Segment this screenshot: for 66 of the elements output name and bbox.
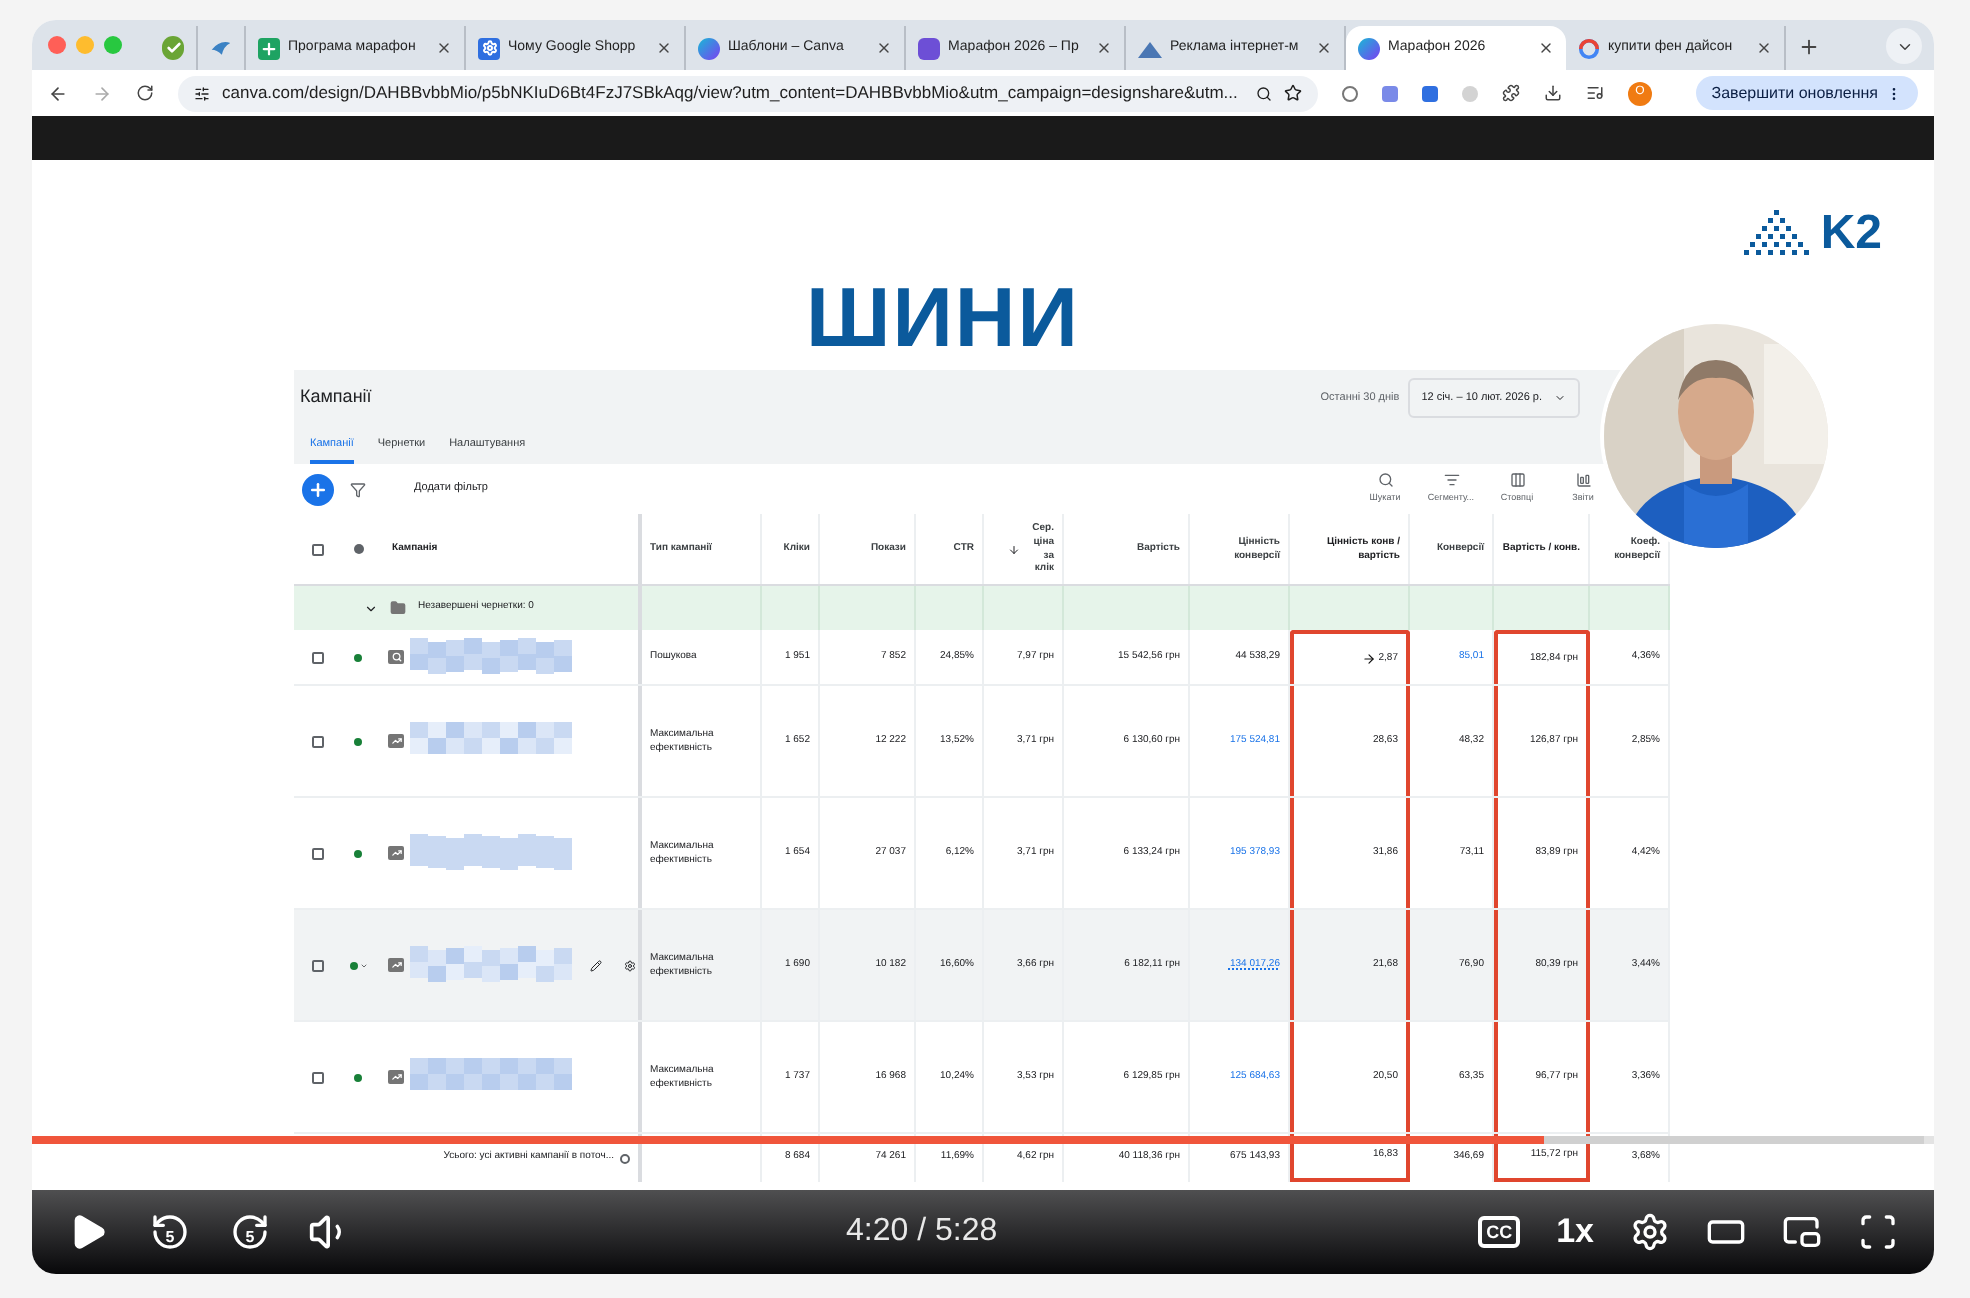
extension-icon[interactable] xyxy=(1382,85,1398,101)
close-icon[interactable] xyxy=(1756,40,1772,56)
address-field[interactable]: canva.com/design/DAHBBvbbMio/p5bNKIuD6Bt4FzJ7SBkAqg/view?utm_content=DAHBBvbbMio&utm_campaign=designshare&utm... xyxy=(178,75,1318,111)
caret-icon xyxy=(1554,392,1566,404)
url-text: canva.com/design/DAHBBvbbMio/p5bNKIuD6Bt4FzJ7SBkAqg/view?utm_content=DAHBBvbbMio&utm_campaign=designshare&utm... xyxy=(222,80,1240,106)
badge-icon xyxy=(918,37,940,59)
checkbox[interactable] xyxy=(311,959,323,971)
captions-button[interactable]: CC xyxy=(1478,1216,1521,1248)
close-icon[interactable] xyxy=(436,40,452,56)
columns-icon xyxy=(1509,472,1525,489)
gear-icon xyxy=(478,37,500,59)
help-icon[interactable] xyxy=(620,1153,630,1163)
checkbox[interactable] xyxy=(311,735,323,747)
checkbox[interactable] xyxy=(311,1071,323,1083)
chart-icon xyxy=(1575,472,1591,489)
new-tab-icon[interactable] xyxy=(1798,36,1820,58)
wing-icon xyxy=(210,38,232,58)
close-icon[interactable] xyxy=(876,40,892,56)
search-icon xyxy=(388,650,404,664)
checkbox[interactable] xyxy=(311,847,323,859)
extension-icon[interactable] xyxy=(1422,85,1438,101)
plus-icon xyxy=(308,479,328,499)
add-button[interactable] xyxy=(302,473,334,505)
filter-icon[interactable] xyxy=(350,481,366,497)
reload-icon[interactable] xyxy=(136,84,154,102)
time-display: 4:20 / 5:28 xyxy=(846,1212,998,1252)
logo-text: K2 xyxy=(1820,210,1882,258)
chart-icon xyxy=(388,1070,404,1084)
puzzle-icon[interactable] xyxy=(1502,84,1520,102)
mountain-icon xyxy=(1138,39,1162,57)
checkbox[interactable] xyxy=(311,543,323,555)
chart-icon xyxy=(388,958,404,972)
bookmark-icon[interactable] xyxy=(1284,84,1302,102)
site-settings-icon[interactable] xyxy=(194,85,210,101)
fullscreen-icon[interactable] xyxy=(1858,1212,1898,1252)
rewind-icon xyxy=(150,1212,190,1252)
rewind-button[interactable]: 5 xyxy=(148,1210,192,1254)
plus-icon xyxy=(258,37,280,59)
chart-icon xyxy=(388,734,404,748)
download-icon[interactable] xyxy=(1544,84,1562,102)
settings-icon[interactable] xyxy=(624,959,636,971)
search-icon xyxy=(1377,472,1393,489)
page-title: Кампанії xyxy=(300,384,372,411)
segment-icon xyxy=(1443,472,1459,489)
slide-title: ШИНИ xyxy=(806,276,1080,360)
edit-icon[interactable] xyxy=(590,959,602,971)
google-icon xyxy=(1578,37,1600,59)
folder-icon xyxy=(390,600,406,616)
close-icon[interactable] xyxy=(1096,40,1112,56)
collapse-icon[interactable] xyxy=(364,601,378,615)
chart-icon xyxy=(388,846,404,860)
update-button[interactable]: Завершити оновлення xyxy=(1695,76,1918,110)
close-icon[interactable] xyxy=(656,40,672,56)
zoom-icon[interactable] xyxy=(1256,85,1272,101)
forward-icon xyxy=(230,1212,270,1252)
extension-icon[interactable] xyxy=(1342,85,1358,101)
close-icon[interactable] xyxy=(1538,40,1554,56)
back-icon[interactable] xyxy=(48,83,68,103)
cursor-icon xyxy=(1362,652,1376,666)
forward-button[interactable]: 5 xyxy=(228,1210,272,1254)
miniplayer-icon[interactable] xyxy=(1782,1212,1822,1252)
check-icon xyxy=(162,36,184,60)
media-icon[interactable] xyxy=(1586,84,1604,102)
speed-button[interactable]: 1x xyxy=(1556,1206,1594,1258)
close-icon[interactable] xyxy=(1316,40,1332,56)
checkbox[interactable] xyxy=(311,651,323,663)
